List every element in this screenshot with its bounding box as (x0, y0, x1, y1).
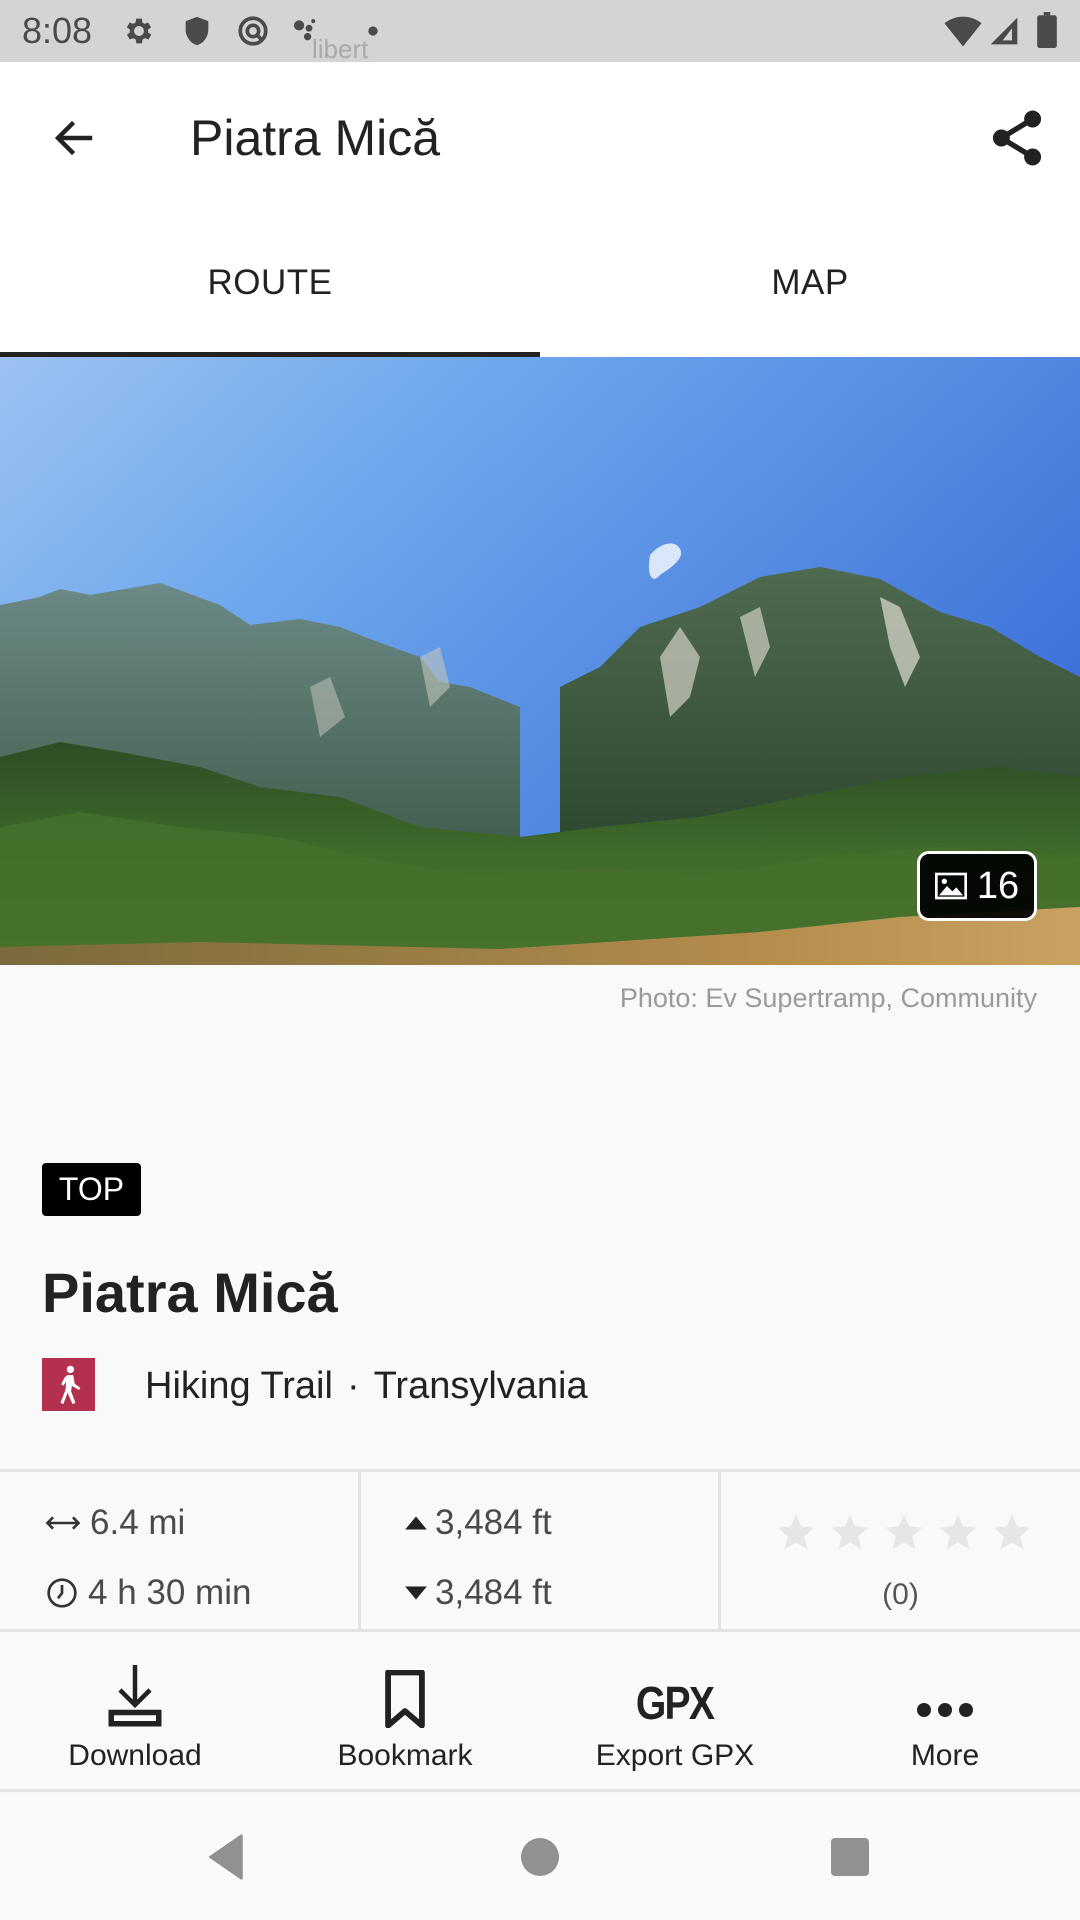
settings-gear-icon (126, 18, 152, 44)
distance-value: 6.4 mi (90, 1503, 186, 1542)
photo-gallery-button[interactable]: 16 (917, 851, 1037, 921)
at-sign-icon (238, 16, 268, 46)
category-label: Hiking Trail (145, 1365, 333, 1407)
share-button[interactable] (985, 104, 1049, 172)
battery-icon (1037, 12, 1057, 48)
bookmark-label: Bookmark (337, 1739, 473, 1772)
star-icon[interactable] (992, 1512, 1032, 1552)
arrow-left-icon (54, 120, 93, 156)
ascent-stat: 3,484 ft (403, 1503, 552, 1543)
download-label: Download (68, 1739, 202, 1772)
star-icon[interactable] (938, 1512, 978, 1552)
hero-photo[interactable]: 16 (0, 357, 1080, 965)
status-overlay-text: libert (312, 34, 369, 64)
cell-signal-icon (990, 17, 1018, 45)
download-button[interactable]: Download (0, 1632, 270, 1789)
route-title: Piatra Mică (42, 1261, 338, 1324)
duration-value: 4 h 30 min (88, 1573, 252, 1612)
more-label: More (910, 1739, 980, 1772)
shield-icon (185, 16, 209, 46)
tab-map[interactable]: MAP (540, 215, 1080, 357)
descent-stat: 3,484 ft (403, 1573, 552, 1613)
descent-triangle-icon (405, 1586, 427, 1600)
rating-count: (0) (882, 1578, 919, 1611)
rating-stars[interactable] (776, 1512, 1032, 1552)
star-icon[interactable] (830, 1512, 870, 1552)
system-nav-bar (0, 1795, 1080, 1920)
stats-distance-duration: 6.4 mi 4 h 30 min (0, 1472, 358, 1629)
separator-dot: · (346, 1365, 360, 1407)
stats-elevation: 3,484 ft 3,484 ft (358, 1472, 718, 1629)
export-gpx-button[interactable]: GPX Export GPX (540, 1632, 810, 1789)
app-bar: Piatra Mică (0, 62, 1080, 215)
top-badge: TOP (42, 1163, 141, 1216)
descent-value: 3,484 ft (435, 1573, 552, 1612)
nav-back-icon (209, 1834, 243, 1880)
hiker-glyph (60, 1365, 80, 1404)
action-bar: Download Bookmark GPX Export GPX More (0, 1632, 1080, 1792)
tab-bar: ROUTE MAP (0, 215, 1080, 357)
status-bar: 8:08 libert (0, 0, 1080, 62)
tab-route[interactable]: ROUTE (0, 215, 540, 357)
hiking-icon (42, 1358, 95, 1411)
tab-route-label: ROUTE (207, 263, 333, 302)
download-icon (108, 1665, 162, 1727)
bookmark-button[interactable]: Bookmark (270, 1632, 540, 1789)
app-title: Piatra Mică (190, 110, 441, 166)
nav-recents-button[interactable] (810, 1825, 890, 1889)
star-icon[interactable] (884, 1512, 924, 1552)
more-horizontal-icon (917, 1703, 973, 1717)
stats-rating[interactable]: (0) (718, 1472, 1080, 1629)
share-icon (992, 110, 1042, 166)
gpx-icon: GPX (636, 1677, 715, 1729)
bookmark-icon (385, 1670, 425, 1728)
ascent-value: 3,484 ft (435, 1503, 552, 1542)
export-gpx-label: Export GPX (595, 1739, 755, 1772)
duration-stat: 4 h 30 min (46, 1573, 251, 1613)
distance-stat: 6.4 mi (46, 1503, 185, 1543)
wifi-icon (944, 16, 982, 47)
nav-home-icon (521, 1838, 559, 1876)
clock-icon (47, 1578, 77, 1608)
ascent-triangle-icon (405, 1516, 427, 1530)
more-button[interactable]: More (810, 1632, 1080, 1789)
category-row: Hiking Trail · Transylvania (145, 1363, 588, 1409)
nav-recents-icon (831, 1838, 869, 1876)
route-stats: 6.4 mi 4 h 30 min 3,484 ft 3,484 ft (0) (0, 1469, 1080, 1632)
tab-map-label: MAP (771, 263, 849, 302)
star-icon[interactable] (776, 1512, 816, 1552)
distance-arrows-icon (46, 1516, 80, 1530)
nav-back-button[interactable] (186, 1825, 266, 1889)
image-icon (934, 872, 967, 900)
region-label: Transylvania (373, 1365, 588, 1407)
nav-home-button[interactable] (500, 1825, 580, 1889)
photo-credit: Photo: Ev Supertramp, Community (619, 983, 1037, 1013)
back-button[interactable] (40, 108, 108, 168)
photo-count: 16 (976, 864, 1020, 907)
status-time: 8:08 (22, 10, 93, 51)
